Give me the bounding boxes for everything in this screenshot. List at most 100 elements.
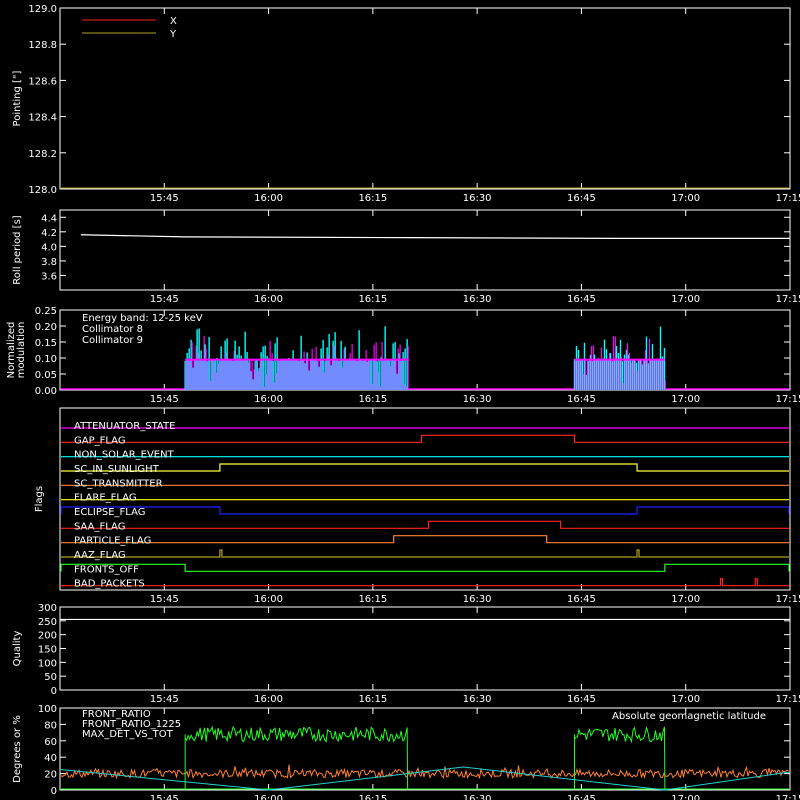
- flag-label: ATTENUATOR_STATE: [74, 421, 175, 432]
- x-tick-label: 17:15: [776, 394, 800, 405]
- x-tick-label: 16:45: [567, 394, 596, 405]
- y-tick-label: 4.0: [41, 242, 57, 253]
- y-axis-label: Quality: [12, 631, 23, 667]
- x-tick-label: 16:30: [463, 394, 492, 405]
- x-tick-label: 17:15: [776, 794, 800, 800]
- x-tick-label: 15:45: [150, 594, 179, 605]
- y-tick-label: 200: [38, 631, 57, 642]
- legend-label: Collimator 9: [82, 335, 143, 346]
- x-tick-label: 17:00: [671, 193, 700, 204]
- chart-figure: 15:45 16:00 16:15 16:30 16:45 17:00 17:15 128.0…: [6, 4, 800, 800]
- x-tick-label: 16:15: [358, 294, 387, 305]
- x-tick-label: 16:30: [463, 694, 492, 705]
- y-tick-label: 300: [38, 603, 57, 614]
- x-tick-label: 16:15: [358, 394, 387, 405]
- y-tick-label: 0.10: [35, 354, 57, 365]
- y-tick-label: 128.4: [28, 113, 57, 124]
- geomagnetic-annotation: Absolute geomagnetic latitude: [612, 711, 766, 722]
- front-ratio-1225-line: [573, 725, 666, 790]
- flag-label: PARTICLE_FLAG: [74, 536, 151, 547]
- x-tick-label: 17:00: [671, 594, 700, 605]
- y-tick-label: 100: [38, 704, 57, 715]
- energy-band-label: Energy band: 12-25 keV: [82, 313, 203, 324]
- roll-period-line: [80, 234, 790, 239]
- panel-3: 15:45 16:00 16:15 16:30 16:45 17:00 17:15 Flags…: [34, 407, 800, 605]
- y-tick-label: 3.6: [41, 271, 57, 282]
- y-tick-label: 128.2: [28, 149, 57, 160]
- flag-label: NON_SOLAR_EVENT: [74, 450, 175, 461]
- y-tick-label: 20: [44, 770, 57, 781]
- x-tick-label: 15:45: [150, 794, 179, 800]
- legend-label: Collimator 8: [82, 324, 143, 335]
- x-tick-label: 17:00: [671, 694, 700, 705]
- flag-line: [61, 434, 789, 443]
- x-tick-label: 16:30: [463, 294, 492, 305]
- flag-label: GAP_FLAG: [74, 435, 126, 446]
- y-tick-label: 100: [38, 658, 57, 669]
- y-tick-label: 0: [51, 686, 57, 697]
- x-tick-label: 16:15: [358, 193, 387, 204]
- flag-label: SC_IN_SUNLIGHT: [74, 464, 160, 475]
- x-tick-label: 16:00: [254, 794, 283, 800]
- x-tick-label: 17:15: [776, 294, 800, 305]
- x-tick-label: 15:45: [150, 394, 179, 405]
- flag-line: [61, 520, 789, 529]
- flag-line: [61, 578, 789, 587]
- y-tick-label: 128.0: [28, 185, 57, 196]
- flag-label: BAD_PACKETS: [74, 579, 145, 590]
- y-tick-label: 0: [51, 786, 57, 797]
- y-tick-label: 0.05: [35, 370, 57, 381]
- x-tick-label: 17:00: [671, 394, 700, 405]
- y-axis-label: Flags: [34, 486, 45, 512]
- legend-label: X: [170, 16, 177, 27]
- y-tick-label: 0.20: [35, 322, 57, 333]
- y-tick-label: 0.25: [35, 306, 57, 317]
- legend-label: MAX_DET_VS_TOT: [82, 729, 174, 740]
- flag-line: [61, 549, 789, 558]
- x-tick-label: 16:00: [254, 394, 283, 405]
- y-tick-label: 128.6: [28, 76, 57, 87]
- x-tick-label: 16:30: [463, 594, 492, 605]
- x-tick-label: 16:15: [358, 794, 387, 800]
- y-axis-label: Degrees or %: [12, 715, 23, 783]
- y-tick-label: 60: [44, 737, 57, 748]
- y-tick-label: 3.8: [41, 257, 57, 268]
- y-axis-label-line2: modulation: [16, 322, 27, 379]
- panel-frame: [59, 209, 791, 291]
- flag-label: AAZ_FLAG: [74, 550, 126, 561]
- panel-5: 15:45 16:00 16:15 16:30 16:45 17:00 17:15 0 20 40…: [12, 704, 800, 800]
- x-tick-label: 17:00: [671, 294, 700, 305]
- flag-line: [61, 535, 789, 544]
- y-tick-label: 4.2: [41, 228, 57, 239]
- x-tick-label: 16:15: [358, 594, 387, 605]
- x-tick-label: 16:45: [567, 694, 596, 705]
- x-tick-label: 17:15: [776, 193, 800, 204]
- panel-4: 15:45 16:00 16:15 16:30 16:45 17:00 17:15 0 50 10…: [12, 603, 800, 705]
- y-tick-label: 50: [44, 672, 57, 683]
- x-tick-label: 15:45: [150, 694, 179, 705]
- flag-label: ECLIPSE_FLAG: [74, 507, 145, 518]
- x-tick-label: 16:30: [463, 193, 492, 204]
- flag-label: FRONTS_OFF: [74, 564, 139, 575]
- x-tick-label: 16:45: [567, 594, 596, 605]
- y-tick-label: 80: [44, 720, 57, 731]
- y-tick-label: 0.00: [35, 386, 57, 397]
- x-tick-label: 16:45: [567, 193, 596, 204]
- x-tick-label: 17:15: [776, 594, 800, 605]
- flag-label: SC_TRANSMITTER: [74, 478, 163, 489]
- x-tick-label: 17:00: [671, 794, 700, 800]
- x-tick-label: 16:15: [358, 694, 387, 705]
- x-tick-label: 15:45: [150, 193, 179, 204]
- x-tick-label: 16:45: [567, 794, 596, 800]
- y-tick-label: 4.4: [41, 213, 57, 224]
- flag-line: [60, 506, 790, 515]
- y-tick-label: 40: [44, 753, 57, 764]
- x-tick-label: 16:00: [254, 694, 283, 705]
- panel-1: 15:45 16:00 16:15 16:30 16:45 17:00 17:15 3.6 3.…: [12, 209, 800, 305]
- x-tick-label: 16:00: [254, 594, 283, 605]
- flag-label: SAA_FLAG: [74, 521, 125, 532]
- flag-label: FLARE_FLAG: [74, 493, 137, 504]
- panel-2: 15:45 16:00 16:15 16:30 16:45 17:00 17:15 0.00 0…: [6, 306, 800, 405]
- flag-line: [61, 463, 789, 472]
- flag-line: [60, 563, 790, 572]
